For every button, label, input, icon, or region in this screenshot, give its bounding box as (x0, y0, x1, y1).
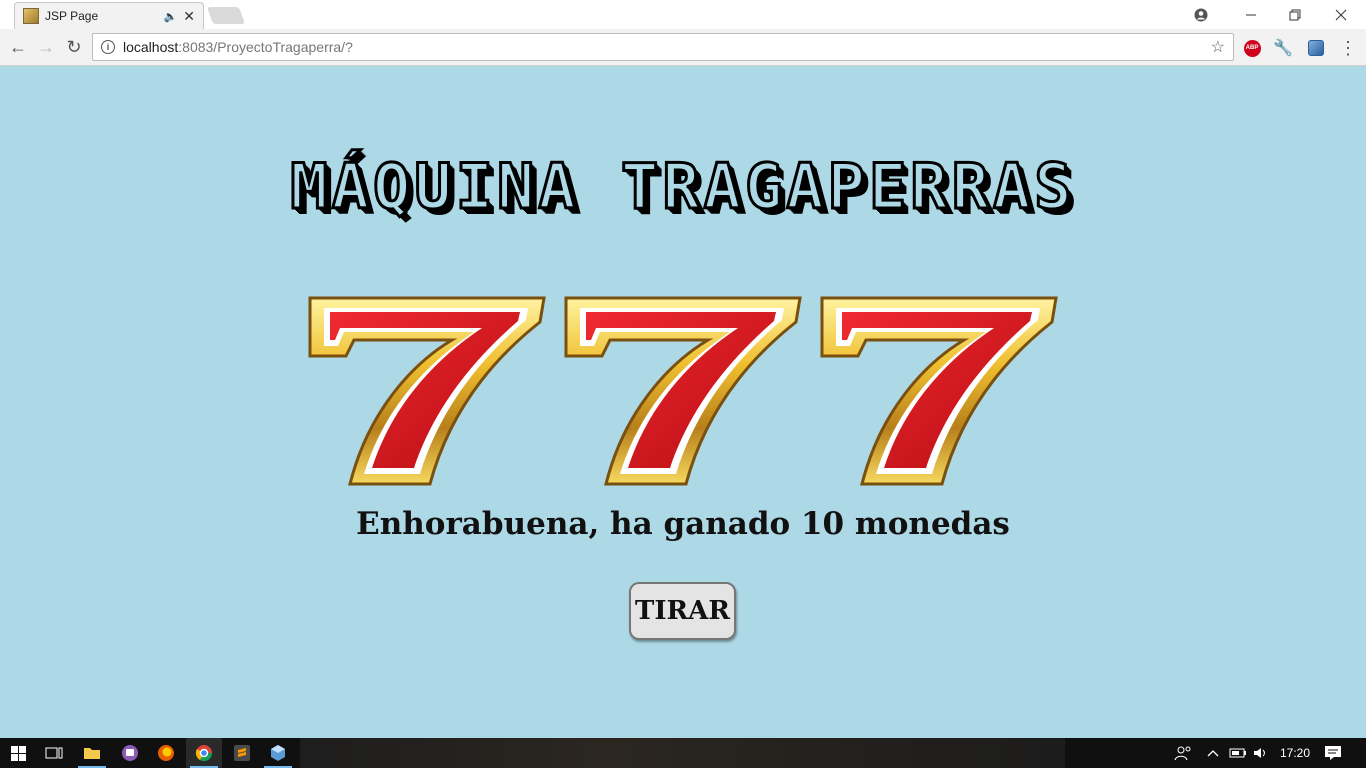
abp-label: ABP (1243, 39, 1261, 57)
reel-seven-2 (564, 296, 802, 486)
slot-reels (308, 296, 1058, 486)
url-path: :8083/ProyectoTragaperra/? (178, 39, 353, 55)
reel-seven-3 (820, 296, 1058, 486)
taskbar: 17:20 (0, 738, 1366, 768)
notifications-icon[interactable] (1324, 738, 1342, 768)
bookmark-star-icon[interactable]: ☆ (1211, 37, 1225, 57)
wrench-extension-icon[interactable]: 🔧 (1273, 38, 1293, 58)
reel-seven-1 (308, 296, 546, 486)
restore-button[interactable] (1272, 0, 1318, 29)
page-content: MÁQUINA TRAGAPERRAS Enhorabuena, ha gana… (0, 66, 1366, 738)
browser-window: JSP Page 🔈 ✕ ← → ↻ i localhost:8083/Proy… (0, 0, 1366, 66)
close-window-button[interactable] (1318, 0, 1364, 29)
minimize-button[interactable] (1228, 0, 1274, 29)
browser-menu-icon[interactable]: ⋮ (1338, 38, 1358, 58)
forward-arrow-icon[interactable]: → (34, 35, 58, 59)
address-bar[interactable]: i localhost:8083/ProyectoTragaperra/? ☆ (92, 33, 1234, 61)
volume-icon[interactable] (1252, 738, 1268, 768)
spin-button[interactable]: TIRAR (629, 582, 736, 640)
page-title: MÁQUINA TRAGAPERRAS (289, 149, 1076, 225)
close-tab-icon[interactable]: ✕ (183, 9, 195, 23)
taskbar-wallpaper-strip (300, 738, 1065, 768)
tab-favicon-icon (23, 8, 39, 24)
windows-logo-icon (10, 745, 26, 761)
url-host: localhost (123, 39, 179, 55)
new-tab-button[interactable] (206, 7, 246, 24)
tab-jsp-page[interactable]: JSP Page 🔈 ✕ (14, 2, 204, 29)
cube-extension-icon[interactable] (1306, 38, 1326, 58)
file-explorer-icon[interactable] (74, 738, 110, 768)
battery-icon[interactable] (1229, 738, 1247, 768)
speaker-icon[interactable]: 🔈 (164, 10, 178, 23)
result-message: Enhorabuena, ha ganado 10 monedas (356, 506, 1010, 542)
sublime-text-icon[interactable] (224, 738, 260, 768)
tab-title: JSP Page (45, 9, 99, 23)
task-view-icon[interactable] (36, 738, 72, 768)
people-icon[interactable] (1174, 738, 1192, 768)
start-button[interactable] (0, 738, 36, 768)
reload-icon[interactable]: ↻ (62, 35, 86, 59)
app-cube-icon[interactable] (260, 738, 296, 768)
back-arrow-icon[interactable]: ← (6, 35, 30, 59)
clock[interactable]: 17:20 (1280, 738, 1310, 768)
adblock-extension-icon[interactable]: ABP (1242, 38, 1262, 58)
site-info-icon[interactable]: i (101, 40, 115, 54)
app-purple-icon[interactable] (112, 738, 148, 768)
chevron-up-icon[interactable] (1206, 738, 1220, 768)
url-text[interactable]: localhost:8083/ProyectoTragaperra/? (123, 39, 1211, 55)
browser-toolbar: ← → ↻ i localhost:8083/ProyectoTragaperr… (0, 29, 1366, 66)
firefox-icon[interactable] (148, 738, 184, 768)
chrome-icon[interactable] (186, 738, 222, 768)
profile-icon[interactable] (1178, 0, 1224, 29)
tab-strip: JSP Page 🔈 ✕ (0, 0, 1366, 29)
